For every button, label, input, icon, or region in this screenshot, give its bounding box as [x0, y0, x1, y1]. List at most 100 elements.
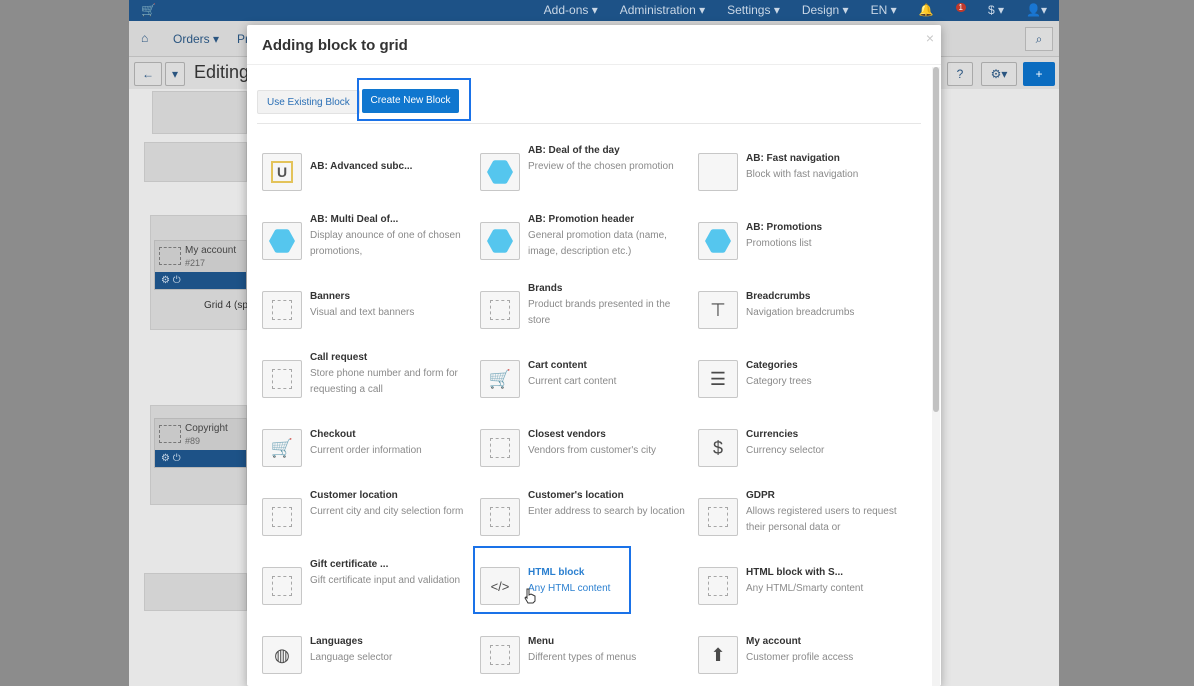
topbar-addons[interactable]: Add-ons ▾ — [544, 3, 598, 17]
add-block-modal: Adding block to grid × Use Existing Bloc… — [247, 25, 941, 686]
signpost-icon: ⊤ — [698, 291, 738, 329]
block-item-call-request[interactable]: Call request Store phone number and form … — [257, 350, 467, 408]
bg-widget-copyright: Copyright #89 ⚙ ⏻ — [154, 418, 247, 468]
block-item-menu[interactable]: Menu Different types of menus — [475, 626, 685, 684]
block-item-gift-certificate[interactable]: Gift certificate ... Gift certificate inp… — [257, 557, 467, 615]
block-description: Promotions list — [746, 238, 812, 249]
block-description: Category trees — [746, 376, 812, 387]
block-description: Customer profile access — [746, 652, 854, 663]
scroll-thumb[interactable] — [933, 67, 939, 412]
bell-icon[interactable]: 🔔 1 — [919, 3, 966, 17]
bg-widget-my-account: My account #217 ⚙ ⏻ — [154, 240, 247, 290]
block-item-my-account[interactable]: ⬆ My account Customer profile access — [693, 626, 903, 684]
admin-topbar: 🛒 Add-ons ▾ Administration ▾ Settings ▾ … — [129, 0, 1059, 21]
topbar-administration[interactable]: Administration ▾ — [620, 3, 705, 17]
home-icon[interactable]: ⌂ — [141, 31, 148, 45]
block-title: Cart content — [528, 360, 587, 371]
modal-title: Adding block to grid — [262, 37, 408, 54]
block-description: Vendors from customer's city — [528, 445, 657, 456]
topbar-design[interactable]: Design ▾ — [802, 3, 849, 17]
block-item-html-block-with-s[interactable]: HTML block with S... Any HTML/Smarty cont… — [693, 557, 903, 615]
block-description: Store phone number and form for requesti… — [310, 368, 458, 395]
block-title: AB: Advanced subc... — [310, 161, 413, 172]
block-description: Block with fast navigation — [746, 169, 859, 180]
block-item-checkout[interactable]: 🛒 Checkout Current order information — [257, 419, 467, 477]
dashed-square-icon — [262, 498, 302, 536]
block-item-ab-deal-of-the-day[interactable]: AB: Deal of the day Preview of the chosen… — [475, 143, 685, 201]
block-item-brands[interactable]: Brands Product brands presented in the st… — [475, 281, 685, 339]
dashed-square-icon — [698, 567, 738, 605]
block-description: Navigation breadcrumbs — [746, 307, 855, 318]
nav-orders[interactable]: Orders ▾ — [173, 32, 219, 46]
block-description: Different types of menus — [528, 652, 637, 663]
block-title: AB: Deal of the day — [528, 145, 620, 156]
block-item-ab-multi-deal-of[interactable]: AB: Multi Deal of... Display anounce of o… — [257, 212, 467, 270]
add-button[interactable]: + — [1023, 62, 1055, 86]
gear-icon[interactable]: ⚙▾ — [981, 62, 1017, 86]
block-item-banners[interactable]: Banners Visual and text banners — [257, 281, 467, 339]
widget-actions[interactable]: ⚙ ⏻ — [155, 450, 246, 467]
block-item-ab-fast-navigation[interactable]: AB: Fast navigation Block with fast navig… — [693, 143, 903, 201]
block-title: AB: Promotions — [746, 222, 823, 233]
block-item-customer-s-location[interactable]: Customer's location Enter address to sear… — [475, 488, 685, 546]
block-title: Breadcrumbs — [746, 291, 811, 302]
block-item-gdpr[interactable]: GDPR Allows registered users to request t… — [693, 488, 903, 546]
block-description: Gift certificate input and validation — [310, 575, 461, 586]
block-item-breadcrumbs[interactable]: ⊤ Breadcrumbs Navigation breadcrumbs — [693, 281, 903, 339]
dashed-square-icon — [480, 291, 520, 329]
topbar-language[interactable]: EN ▾ — [871, 3, 897, 17]
hex-icon — [262, 222, 302, 260]
page-title: Editing — [194, 62, 250, 82]
block-title: My account — [746, 636, 802, 647]
help-icon[interactable]: ? — [947, 62, 973, 86]
block-item-cart-content[interactable]: 🛒 Cart content Current cart content — [475, 350, 685, 408]
block-title: Call request — [310, 352, 368, 363]
block-title: GDPR — [746, 490, 775, 501]
widget-actions[interactable]: ⚙ ⏻ — [155, 272, 246, 289]
block-item-currencies[interactable]: $ Currencies Currency selector — [693, 419, 903, 477]
block-description: Current order information — [310, 445, 422, 456]
modal-scrollbar[interactable] — [932, 67, 940, 686]
tab-use-existing-block[interactable]: Use Existing Block — [257, 90, 360, 114]
chevron-down-icon[interactable]: ▾ — [165, 62, 185, 86]
dashed-square-icon — [698, 498, 738, 536]
block-title: Gift certificate ... — [310, 559, 389, 570]
cart-icon[interactable]: 🛒 — [141, 3, 156, 17]
block-title: Closest vendors — [528, 429, 606, 440]
block-item-ab-advanced-subc[interactable]: U AB: Advanced subc... — [257, 143, 467, 201]
block-item-languages[interactable]: ◍ Languages Language selector — [257, 626, 467, 684]
tab-create-new-block[interactable]: Create New Block — [362, 89, 459, 113]
block-title: AB: Promotion header — [528, 214, 635, 225]
block-item-ab-promotions[interactable]: AB: Promotions Promotions list — [693, 212, 903, 270]
hand-cursor-icon — [524, 588, 536, 604]
block-title: Customer's location — [528, 490, 624, 501]
grid-label: Grid 4 (sp — [204, 300, 248, 311]
dashed-square-icon — [262, 567, 302, 605]
block-item-categories[interactable]: ☰ Categories Category trees — [693, 350, 903, 408]
block-description: Product brands presented in the store — [528, 299, 671, 326]
block-description: Any HTML/Smarty content — [746, 583, 864, 594]
bg-grid-block — [144, 573, 247, 611]
close-icon[interactable]: × — [926, 30, 934, 46]
block-item-closest-vendors[interactable]: Closest vendors Vendors from customer's c… — [475, 419, 685, 477]
block-item-customer-location[interactable]: Customer location Current city and city s… — [257, 488, 467, 546]
block-item-ab-promotion-header[interactable]: AB: Promotion header General promotion da… — [475, 212, 685, 270]
search-icon[interactable]: ⌕ — [1025, 27, 1053, 51]
dashed-square-icon — [480, 636, 520, 674]
bg-grid-block — [144, 142, 247, 182]
list-icon: ☰ — [698, 360, 738, 398]
hex-icon — [480, 222, 520, 260]
modal-header: Adding block to grid × — [247, 25, 941, 65]
block-description: Currency selector — [746, 445, 825, 456]
topbar-settings[interactable]: Settings ▾ — [727, 3, 780, 17]
dollar-icon: $ — [698, 429, 738, 467]
block-title: Banners — [310, 291, 351, 302]
block-description: General promotion data (name, image, des… — [528, 230, 667, 257]
back-arrow-icon[interactable]: ← — [134, 62, 162, 86]
user-icon[interactable]: 👤▾ — [1026, 3, 1047, 17]
topbar-currency[interactable]: $ ▾ — [988, 3, 1004, 17]
cart-icon: 🛒 — [480, 360, 520, 398]
globe-icon: ◍ — [262, 636, 302, 674]
cart-icon: 🛒 — [262, 429, 302, 467]
dashed-square-icon — [159, 425, 181, 443]
